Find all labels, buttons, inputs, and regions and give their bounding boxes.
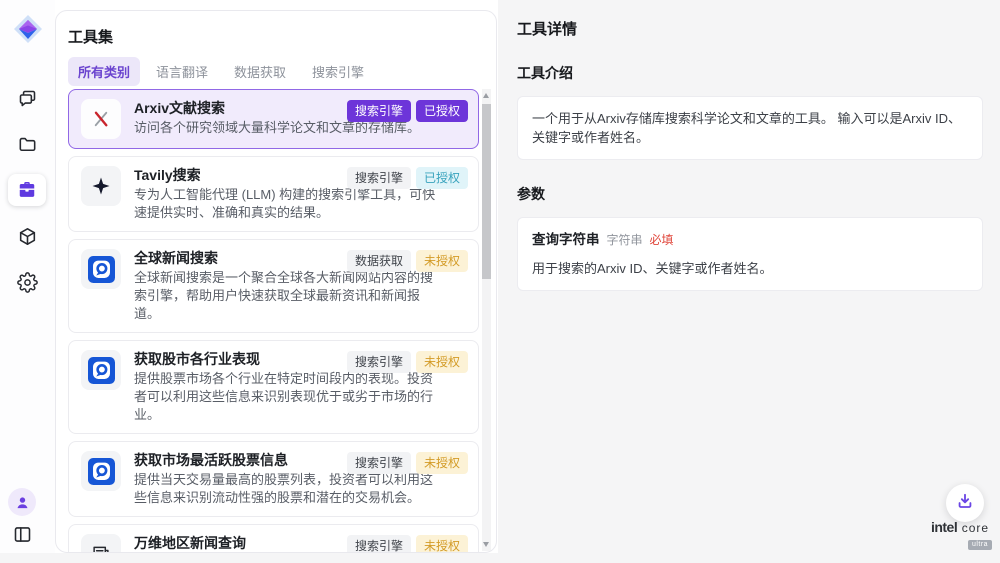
tool-list: Arxiv文献搜索 访问各个研究领域大量科学论文和文章的存储库。 搜索引擎 已授… bbox=[68, 89, 479, 553]
parameter-box: 查询字符串 字符串 必填 用于搜索的Arxiv ID、关键字或作者姓名。 bbox=[517, 217, 983, 291]
tool-card[interactable]: 获取市场最活跃股票信息 提供当天交易量最高的股票列表，投资者可以利用这些信息来识… bbox=[68, 441, 479, 517]
auth-status-badge: 未授权 bbox=[416, 351, 468, 373]
category-badge: 搜索引擎 bbox=[347, 535, 411, 553]
tool-description: 专为人工智能代理 (LLM) 构建的搜索引擎工具，可快速提供实时、准确和真实的结… bbox=[134, 186, 436, 222]
auth-status-badge: 未授权 bbox=[416, 452, 468, 474]
arxiv-icon bbox=[81, 99, 121, 139]
intro-heading: 工具介绍 bbox=[517, 63, 983, 83]
nav-rail bbox=[0, 0, 55, 553]
download-icon bbox=[955, 491, 975, 516]
sidebar-item-files[interactable] bbox=[8, 128, 46, 160]
sidebar-item-models[interactable] bbox=[8, 220, 46, 252]
news-search-icon bbox=[81, 249, 121, 289]
news-search-icon bbox=[81, 451, 121, 491]
parameter-type: 字符串 bbox=[607, 231, 643, 250]
tool-card[interactable]: Tavily搜索 专为人工智能代理 (LLM) 构建的搜索引擎工具，可快速提供实… bbox=[68, 156, 479, 232]
intro-box: 一个用于从Arxiv存储库搜索科学论文和文章的工具。 输入可以是Arxiv ID… bbox=[517, 96, 983, 160]
cube-icon bbox=[17, 226, 38, 247]
parameter-row: 查询字符串 字符串 必填 bbox=[532, 230, 968, 250]
category-badge: 搜索引擎 bbox=[347, 167, 411, 189]
tavily-icon bbox=[81, 166, 121, 206]
category-tabs: 所有类别语言翻译数据获取搜索引擎 bbox=[68, 57, 374, 86]
news-search-icon bbox=[81, 350, 121, 390]
toolset-panel: 工具集 所有类别语言翻译数据获取搜索引擎 Arxiv文献搜索 访问各个研究领域大… bbox=[55, 10, 497, 553]
core-logo-text: core bbox=[962, 521, 989, 535]
auth-status-badge: 未授权 bbox=[416, 535, 468, 553]
tool-description: 提供股票市场各个行业在特定时间段内的表现。投资者可以利用这些信息来识别表现优于或… bbox=[134, 370, 436, 424]
tool-description: 全球新闻搜索是一个聚合全球各大新闻网站内容的搜索引擎，帮助用户快速获取全球最新资… bbox=[134, 269, 436, 323]
app-logo gem-icon bbox=[10, 11, 46, 47]
tool-card[interactable]: 万维地区新闻查询 查询具体行政区划内的新闻，快速了解各地新闻动 搜索引擎 未授权 bbox=[68, 524, 479, 553]
tool-card[interactable]: 全球新闻搜索 全球新闻搜索是一个聚合全球各大新闻网站内容的搜索引擎，帮助用户快速… bbox=[68, 239, 479, 333]
tool-card[interactable]: 获取股市各行业表现 提供股票市场各个行业在特定时间段内的表现。投资者可以利用这些… bbox=[68, 340, 479, 434]
category-tab[interactable]: 搜索引擎 bbox=[302, 57, 374, 86]
panel-icon bbox=[12, 524, 33, 545]
scroll-down-icon[interactable] bbox=[483, 542, 489, 547]
parameter-description: 用于搜索的Arxiv ID、关键字或作者姓名。 bbox=[532, 259, 968, 278]
sidebar-item-settings[interactable] bbox=[8, 266, 46, 298]
scroll-up-icon[interactable] bbox=[483, 93, 489, 98]
newspaper-icon bbox=[81, 534, 121, 553]
sidebar-item-tools[interactable] bbox=[8, 174, 46, 206]
ultra-badge: ultra bbox=[968, 540, 992, 550]
params-heading: 参数 bbox=[517, 184, 983, 204]
category-tab[interactable]: 所有类别 bbox=[68, 57, 140, 86]
tool-description: 提供当天交易量最高的股票列表，投资者可以利用这些信息来识别流动性强的股票和潜在的… bbox=[134, 471, 436, 507]
sidebar-item-collapse-panel[interactable] bbox=[12, 524, 33, 545]
parameter-required-label: 必填 bbox=[650, 231, 674, 250]
tool-detail-panel: 工具详情 工具介绍 一个用于从Arxiv存储库搜索科学论文和文章的工具。 输入可… bbox=[517, 0, 983, 291]
detail-title: 工具详情 bbox=[517, 18, 983, 39]
tool-card[interactable]: Arxiv文献搜索 访问各个研究领域大量科学论文和文章的存储库。 搜索引擎 已授… bbox=[68, 89, 479, 149]
rail-nav bbox=[8, 82, 46, 298]
gear-icon bbox=[17, 272, 38, 293]
chat-icon bbox=[17, 88, 38, 109]
sidebar-item-profile[interactable] bbox=[8, 488, 36, 516]
folder-icon bbox=[17, 134, 38, 155]
sidebar-item-chat[interactable] bbox=[8, 82, 46, 114]
rail-bottom bbox=[8, 488, 36, 545]
auth-status-badge: 已授权 bbox=[416, 100, 468, 122]
intel-logo-text: intel bbox=[931, 519, 957, 535]
category-badge: 数据获取 bbox=[347, 250, 411, 272]
category-tab[interactable]: 数据获取 bbox=[224, 57, 296, 86]
user-icon bbox=[14, 494, 31, 511]
toolbox-icon bbox=[16, 179, 38, 201]
intro-text: 一个用于从Arxiv存储库搜索科学论文和文章的工具。 输入可以是Arxiv ID… bbox=[532, 111, 961, 145]
auth-status-badge: 未授权 bbox=[416, 250, 468, 272]
category-badge: 搜索引擎 bbox=[347, 351, 411, 373]
auth-status-badge: 已授权 bbox=[416, 167, 468, 189]
category-badge: 搜索引擎 bbox=[347, 452, 411, 474]
scrollbar[interactable] bbox=[482, 89, 491, 551]
category-tab[interactable]: 语言翻译 bbox=[146, 57, 218, 86]
scrollbar-thumb[interactable] bbox=[482, 104, 491, 279]
parameter-name: 查询字符串 bbox=[532, 230, 600, 249]
download-button[interactable] bbox=[946, 484, 984, 522]
intel-core-logo: intel core ultra bbox=[922, 521, 998, 550]
left-region: 工具集 所有类别语言翻译数据获取搜索引擎 Arxiv文献搜索 访问各个研究领域大… bbox=[0, 0, 498, 553]
category-badge: 搜索引擎 bbox=[347, 100, 411, 122]
toolset-title: 工具集 bbox=[68, 26, 113, 47]
